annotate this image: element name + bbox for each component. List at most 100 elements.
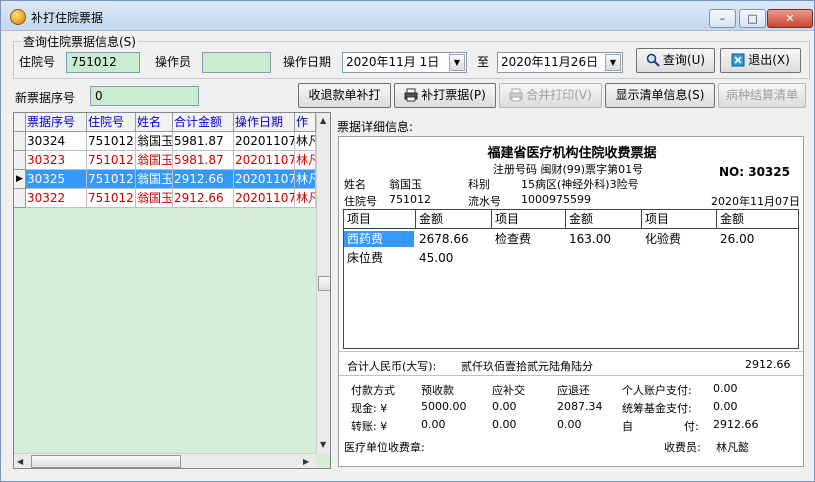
row-marker <box>14 189 26 208</box>
exit-icon <box>731 53 745 67</box>
cell-total: 5981.87 <box>173 132 234 151</box>
self-pay-prefix: 自 <box>622 420 633 433</box>
col-ticket-no[interactable]: 票据序号 <box>26 113 87 132</box>
item-amount: 45.00 <box>419 251 454 265</box>
table-row[interactable]: 30322 751012 翁国玉 2912.66 20201107 林凡 <box>14 189 316 208</box>
reprint-ticket-button[interactable]: 补打票据(P) <box>394 83 496 108</box>
scroll-up-icon[interactable]: ▲ <box>320 116 326 125</box>
scroll-left-icon[interactable]: ◀ <box>17 457 23 466</box>
printer-icon <box>509 88 523 102</box>
ticket-detail-label: 票据详细信息: <box>337 120 414 134</box>
item-amount: 2678.66 <box>419 232 469 246</box>
cell-admission-no: 751012 <box>87 151 136 170</box>
cell-operator: 林凡 <box>295 132 316 151</box>
date-to-value: 2020年11月26日 <box>501 55 599 69</box>
divider <box>339 351 803 352</box>
cell-op-date: 20201107 <box>234 170 295 189</box>
item-table: 项目 金额 项目 金额 项目 金额 西药费 2678.66 检查费 163.00… <box>343 209 799 349</box>
self-pay-value: 2912.66 <box>713 418 759 431</box>
merge-print-button[interactable]: 合并打印(V) <box>499 83 602 108</box>
show-list-button[interactable]: 显示清单信息(S) <box>605 83 715 108</box>
cell-name: 翁国玉 <box>136 151 173 170</box>
operation-date-label: 操作日期 <box>283 55 332 69</box>
exit-button[interactable]: 退出(X) <box>720 48 801 73</box>
col-total[interactable]: 合计金额 <box>173 113 234 132</box>
refund-reprint-button[interactable]: 收退款单补打 <box>298 83 391 108</box>
transfer-supplement: 0.00 <box>492 418 517 431</box>
grid-corner <box>14 113 26 132</box>
fund-label: 统筹基金支付: <box>622 402 692 415</box>
fund-value: 0.00 <box>713 400 738 413</box>
cash-refund: 2087.34 <box>557 400 603 413</box>
item-header: 金额 <box>416 210 492 229</box>
search-button[interactable]: 查询(U) <box>636 48 715 73</box>
table-row[interactable]: 30324 751012 翁国玉 5981.87 20201107 林凡 <box>14 132 316 151</box>
col-op-date[interactable]: 操作日期 <box>234 113 295 132</box>
prepaid-label: 预收款 <box>421 384 454 397</box>
main-window: 补打住院票据 – □ ✕ 查询住院票据信息(S) 住院号 751012 操作员 … <box>0 0 815 482</box>
date-to-picker[interactable]: 2020年11月26日 ▼ <box>497 52 623 73</box>
cell-admission-no: 751012 <box>87 189 136 208</box>
cell-ticket-no: 30325 <box>26 170 87 189</box>
merge-print-label: 合并打印(V) <box>526 88 592 102</box>
operator-input[interactable] <box>202 52 271 73</box>
item-header: 金额 <box>566 210 642 229</box>
cell-ticket-no: 30322 <box>26 189 87 208</box>
cashier-label: 收费员: <box>664 441 701 454</box>
item-name: 化验费 <box>645 232 682 246</box>
cell-total: 5981.87 <box>173 151 234 170</box>
ticket-detail-panel: 票据详细信息: 福建省医疗机构住院收费票据 注册号码 闽财(99)票字第01号 … <box>334 113 808 469</box>
disease-settle-button[interactable]: 病种结算清单 <box>718 83 806 108</box>
table-row-selected[interactable]: ▶ 30325 751012 翁国玉 2912.66 20201107 林凡 <box>14 170 316 189</box>
total-words: 贰仟玖佰壹拾贰元陆角陆分 <box>461 360 593 373</box>
personal-account-label: 个人账户支付: <box>622 384 692 397</box>
search-button-label: 查询(U) <box>662 53 706 67</box>
exit-button-label: 退出(X) <box>748 53 790 67</box>
admission-no-label: 住院号 <box>19 55 56 69</box>
admission-no-input[interactable]: 751012 <box>66 52 140 73</box>
new-ticket-no-input[interactable]: 0 <box>90 86 199 106</box>
self-pay-label: 付: <box>684 420 699 433</box>
item-header: 金额 <box>717 210 798 229</box>
scroll-thumb[interactable] <box>318 276 330 291</box>
personal-account-value: 0.00 <box>713 382 738 395</box>
col-operator[interactable]: 作 <box>295 113 316 132</box>
row-marker: ▶ <box>14 170 26 189</box>
app-icon <box>10 9 26 25</box>
item-header: 项目 <box>642 210 717 229</box>
ticket-preview: 福建省医疗机构住院收费票据 注册号码 闽财(99)票字第01号 NO: 3032… <box>338 136 804 467</box>
item-name: 床位费 <box>347 251 384 265</box>
serial-value: 1000975599 <box>521 193 591 206</box>
cashier-value: 林凡懿 <box>716 441 749 454</box>
ticket-number: NO: 30325 <box>719 165 790 179</box>
ticket-reg-code: 注册号码 闽财(99)票字第01号 <box>493 163 644 176</box>
grid-vertical-scrollbar[interactable]: ▲ ▼ <box>316 113 330 453</box>
date-from-picker[interactable]: 2020年11月 1日 ▼ <box>342 52 467 73</box>
scroll-right-icon[interactable]: ▶ <box>303 457 309 466</box>
cash-prepaid: 5000.00 <box>421 400 467 413</box>
total-amount: 2912.66 <box>745 358 791 371</box>
row-marker <box>14 151 26 170</box>
grid-horizontal-scrollbar[interactable]: ◀ ▶ <box>14 453 316 468</box>
transfer-label: 转账: ¥ <box>351 420 388 433</box>
cell-name: 翁国玉 <box>136 132 173 151</box>
row-marker <box>14 132 26 151</box>
minimize-button[interactable]: – <box>709 9 736 28</box>
scroll-thumb[interactable] <box>31 455 181 468</box>
col-admission-no[interactable]: 住院号 <box>87 113 136 132</box>
search-icon <box>646 53 660 67</box>
seal-label: 医疗单位收费章: <box>344 441 425 454</box>
close-button[interactable]: ✕ <box>767 9 813 28</box>
chevron-down-icon[interactable]: ▼ <box>449 54 465 71</box>
maximize-button[interactable]: □ <box>739 9 766 28</box>
chevron-down-icon[interactable]: ▼ <box>605 54 621 71</box>
supplement-label: 应补交 <box>492 384 525 397</box>
cell-operator: 林凡 <box>295 189 316 208</box>
cell-op-date: 20201107 <box>234 132 295 151</box>
to-label: 至 <box>477 55 490 69</box>
scroll-down-icon[interactable]: ▼ <box>320 440 326 449</box>
operator-label: 操作员 <box>155 55 192 69</box>
transfer-refund: 0.00 <box>557 418 582 431</box>
table-row[interactable]: 30323 751012 翁国玉 5981.87 20201107 林凡 <box>14 151 316 170</box>
col-name[interactable]: 姓名 <box>136 113 173 132</box>
